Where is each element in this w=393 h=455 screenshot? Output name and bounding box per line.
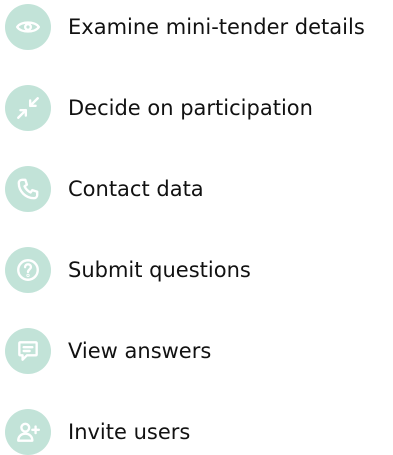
menu-item-label: Examine mini-tender details [68, 15, 365, 39]
menu-item-label: View answers [68, 339, 212, 363]
menu-item-view-answers[interactable]: View answers [5, 328, 211, 374]
menu-item-invite-users[interactable]: Invite users [5, 409, 190, 455]
menu-item-label: Submit questions [68, 258, 251, 282]
menu-item-examine-details[interactable]: Examine mini-tender details [5, 4, 365, 50]
chat-bubble-icon [5, 328, 51, 374]
menu-item-contact-data[interactable]: Contact data [5, 166, 204, 212]
menu-item-label: Contact data [68, 177, 204, 201]
menu-item-submit-questions[interactable]: Submit questions [5, 247, 251, 293]
phone-icon [5, 166, 51, 212]
menu-item-label: Invite users [68, 420, 191, 444]
eye-icon [5, 4, 51, 50]
action-list: Examine mini-tender details Decide on pa… [0, 0, 393, 455]
arrows-inward-icon [5, 85, 51, 131]
question-icon [5, 247, 51, 293]
menu-item-decide-participation[interactable]: Decide on participation [5, 85, 313, 131]
user-plus-icon [5, 409, 51, 455]
menu-item-label: Decide on participation [68, 96, 313, 120]
